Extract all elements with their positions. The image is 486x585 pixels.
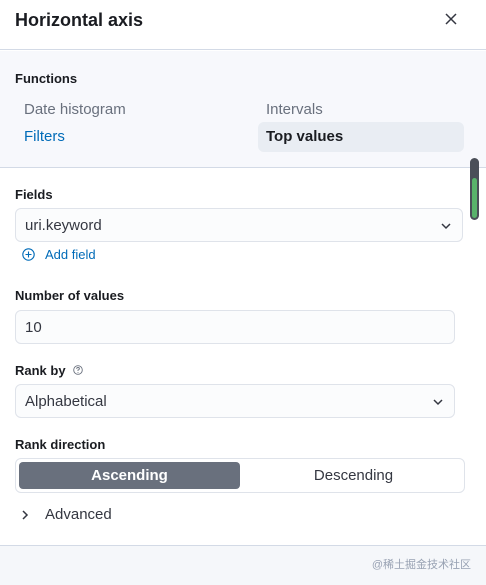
functions-section: Functions Date histogram Intervals Filte… xyxy=(0,51,486,168)
add-field-label: Add field xyxy=(45,247,96,262)
chevron-down-icon xyxy=(433,399,443,406)
function-intervals[interactable]: Intervals xyxy=(266,101,323,118)
flyout-title: Horizontal axis xyxy=(15,10,144,30)
rank-by-label: Rank by xyxy=(15,363,66,378)
add-field-button[interactable]: Add field xyxy=(22,247,96,262)
rank-direction-button-group: Ascending Descending xyxy=(15,458,465,493)
close-button[interactable] xyxy=(440,8,462,30)
functions-label: Functions xyxy=(15,71,78,86)
rank-by-label-group: Rank by xyxy=(15,363,83,378)
close-icon xyxy=(445,13,457,25)
fields-select[interactable]: uri.keyword xyxy=(15,208,463,242)
flyout-header: Horizontal axis xyxy=(0,0,486,50)
chevron-right-icon xyxy=(20,509,30,521)
function-filters[interactable]: Filters xyxy=(24,128,65,145)
ascending-button[interactable]: Ascending xyxy=(19,462,240,489)
rank-by-select-value: Alphabetical xyxy=(25,392,107,410)
rank-direction-label: Rank direction xyxy=(15,437,106,452)
advanced-label: Advanced xyxy=(45,506,112,523)
scrollbar-thumb[interactable] xyxy=(472,178,477,218)
function-date-histogram[interactable]: Date histogram xyxy=(24,101,126,118)
flyout-footer: @稀土掘金技术社区 xyxy=(0,546,486,585)
fields-label: Fields xyxy=(15,187,53,202)
watermark-text: @稀土掘金技术社区 xyxy=(371,559,471,571)
number-of-values-value: 10 xyxy=(25,318,42,336)
rank-by-select[interactable]: Alphabetical xyxy=(15,384,455,418)
function-top-values[interactable]: Top values xyxy=(258,122,464,152)
chevron-down-icon xyxy=(441,223,451,230)
question-circle-icon[interactable] xyxy=(73,363,83,378)
number-of-values-label: Number of values xyxy=(15,288,125,303)
advanced-accordion-toggle[interactable]: Advanced xyxy=(20,506,112,523)
function-top-values-label: Top values xyxy=(266,128,344,145)
descending-button[interactable]: Descending xyxy=(243,459,464,492)
number-of-values-input[interactable]: 10 xyxy=(15,310,455,344)
fields-select-value: uri.keyword xyxy=(25,216,102,234)
plus-in-circle-icon xyxy=(22,248,35,261)
